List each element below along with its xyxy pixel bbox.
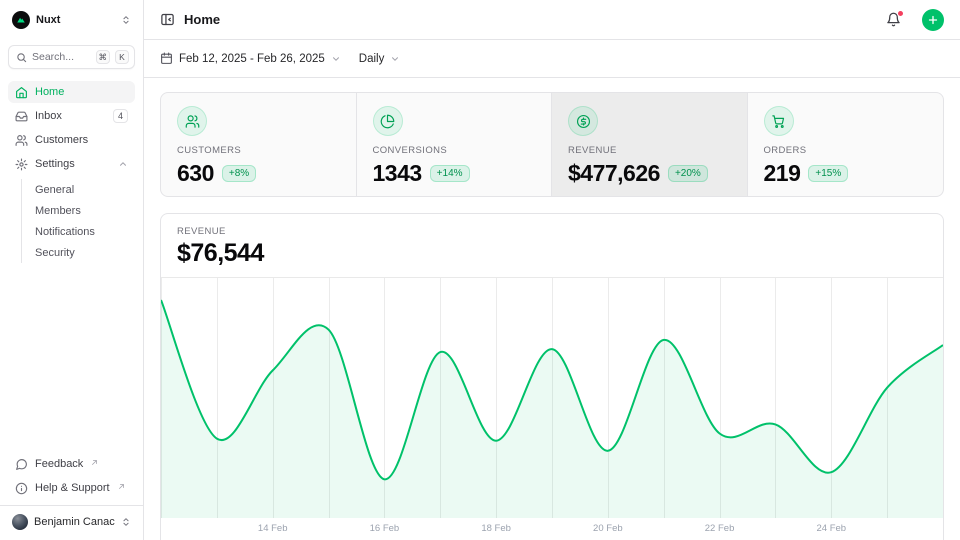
footer-link-label: Feedback xyxy=(35,458,83,470)
x-tick-label: 22 Feb xyxy=(705,523,735,534)
stat-label: REVENUE xyxy=(568,145,731,156)
sidebar-item-settings[interactable]: Settings xyxy=(8,153,135,175)
chevrons-up-down-icon xyxy=(121,517,131,527)
stat-card-revenue[interactable]: REVENUE $477,626 +20% xyxy=(552,93,748,197)
external-link-icon xyxy=(118,483,125,490)
footer-link-label: Help & Support xyxy=(35,482,110,494)
stat-card-conversions[interactable]: CONVERSIONS 1343 +14% xyxy=(357,93,553,197)
nuxt-logo-icon xyxy=(12,11,30,29)
kbd-k: K xyxy=(115,50,129,64)
users-icon xyxy=(15,134,28,147)
sidebar-item-notifications[interactable]: Notifications xyxy=(31,221,135,242)
chart-total-value: $76,544 xyxy=(177,239,927,268)
notification-dot xyxy=(897,10,904,17)
x-tick-label: 14 Feb xyxy=(258,523,288,534)
revenue-area xyxy=(161,300,943,518)
chevron-down-icon xyxy=(331,54,341,64)
stat-label: CONVERSIONS xyxy=(373,145,536,156)
chart-header: REVENUE $76,544 xyxy=(161,214,943,277)
date-range-value: Feb 12, 2025 - Feb 26, 2025 xyxy=(179,53,325,65)
user-name: Benjamin Canac xyxy=(34,516,115,528)
sidebar-nav: Home Inbox 4 Customers Settings xyxy=(8,81,135,265)
stat-value: 219 xyxy=(764,160,801,187)
sidebar-item-home[interactable]: Home xyxy=(8,81,135,103)
stat-delta-badge: +8% xyxy=(222,165,256,182)
stat-value: 630 xyxy=(177,160,214,187)
chat-bubble-icon xyxy=(15,458,28,471)
sidebar-item-label: Inbox xyxy=(35,110,62,122)
x-tick-label: 16 Feb xyxy=(370,523,400,534)
stat-value: 1343 xyxy=(373,160,422,187)
dollar-circle-icon xyxy=(568,106,598,136)
gear-icon xyxy=(15,158,28,171)
page-title: Home xyxy=(184,12,875,27)
sidebar-footer: Feedback Help & Support xyxy=(8,453,135,505)
filter-toolbar: Feb 12, 2025 - Feb 26, 2025 Daily xyxy=(144,40,960,78)
help-support-link[interactable]: Help & Support xyxy=(8,477,135,499)
kbd-meta: ⌘ xyxy=(96,50,111,64)
x-tick-label: 18 Feb xyxy=(481,523,511,534)
stat-value: $477,626 xyxy=(568,160,660,187)
chart-x-axis: 14 Feb 16 Feb 18 Feb 20 Feb 22 Feb 24 Feb xyxy=(161,518,943,540)
sidebar-item-label: Home xyxy=(35,86,64,98)
chevron-up-icon xyxy=(118,159,128,169)
sidebar-item-members[interactable]: Members xyxy=(31,200,135,221)
sidebar-collapse-button[interactable] xyxy=(160,12,175,27)
subnav-label: Security xyxy=(35,247,75,259)
sidebar-item-label: Settings xyxy=(35,158,75,170)
notifications-button[interactable] xyxy=(884,10,903,29)
workspace-name: Nuxt xyxy=(36,14,115,26)
date-range-picker[interactable]: Feb 12, 2025 - Feb 26, 2025 xyxy=(160,52,341,65)
sidebar-item-inbox[interactable]: Inbox 4 xyxy=(8,105,135,127)
users-icon xyxy=(177,106,207,136)
stat-delta-badge: +20% xyxy=(668,165,708,182)
stat-card-orders[interactable]: ORDERS 219 +15% xyxy=(748,93,944,197)
stat-label: ORDERS xyxy=(764,145,928,156)
workspace-switcher[interactable]: Nuxt xyxy=(8,8,135,32)
inbox-icon xyxy=(15,110,28,123)
search-input[interactable]: Search... ⌘ K xyxy=(8,45,135,69)
info-icon xyxy=(15,482,28,495)
stat-card-customers[interactable]: CUSTOMERS 630 +8% xyxy=(161,93,357,197)
pie-chart-icon xyxy=(373,106,403,136)
avatar xyxy=(12,514,28,530)
stats-row: CUSTOMERS 630 +8% CONVERSIONS 1343 +14% xyxy=(160,92,944,197)
search-icon xyxy=(16,52,27,63)
revenue-chart-card: REVENUE $76,544 14 Feb 16 Feb 18 Feb 20 Feb… xyxy=(160,213,944,540)
dashboard-content: CUSTOMERS 630 +8% CONVERSIONS 1343 +14% xyxy=(144,78,960,540)
stat-delta-badge: +14% xyxy=(430,165,470,182)
stat-label: CUSTOMERS xyxy=(177,145,340,156)
inbox-count-badge: 4 xyxy=(113,109,128,123)
granularity-value: Daily xyxy=(359,53,385,65)
sidebar-item-general[interactable]: General xyxy=(31,179,135,200)
search-placeholder: Search... xyxy=(32,51,91,63)
settings-subnav: General Members Notifications Security xyxy=(21,179,135,263)
sidebar-item-customers[interactable]: Customers xyxy=(8,129,135,151)
x-tick-label: 20 Feb xyxy=(593,523,623,534)
sidebar: Nuxt Search... ⌘ K Home Inbox 4 xyxy=(0,0,144,540)
granularity-select[interactable]: Daily xyxy=(359,53,401,65)
external-link-icon xyxy=(91,459,98,466)
home-icon xyxy=(15,86,28,99)
calendar-icon xyxy=(160,52,173,65)
revenue-area-chart[interactable] xyxy=(161,277,943,518)
subnav-label: Members xyxy=(35,205,81,217)
feedback-link[interactable]: Feedback xyxy=(8,453,135,475)
chevrons-up-down-icon xyxy=(121,15,131,25)
subnav-label: Notifications xyxy=(35,226,95,238)
cart-icon xyxy=(764,106,794,136)
subnav-label: General xyxy=(35,184,74,196)
chart-svg xyxy=(161,278,943,518)
chevron-down-icon xyxy=(390,54,400,64)
main-area: Home Feb 12, 2025 - Feb 26, 2025 Daily xyxy=(144,0,960,540)
sidebar-item-label: Customers xyxy=(35,134,88,146)
sidebar-item-security[interactable]: Security xyxy=(31,242,135,263)
user-menu-button[interactable]: Benjamin Canac xyxy=(8,506,135,532)
add-button[interactable] xyxy=(922,9,944,31)
chart-metric-label: REVENUE xyxy=(177,226,927,237)
x-tick-label: 24 Feb xyxy=(816,523,846,534)
stat-delta-badge: +15% xyxy=(808,165,848,182)
top-header: Home xyxy=(144,0,960,40)
